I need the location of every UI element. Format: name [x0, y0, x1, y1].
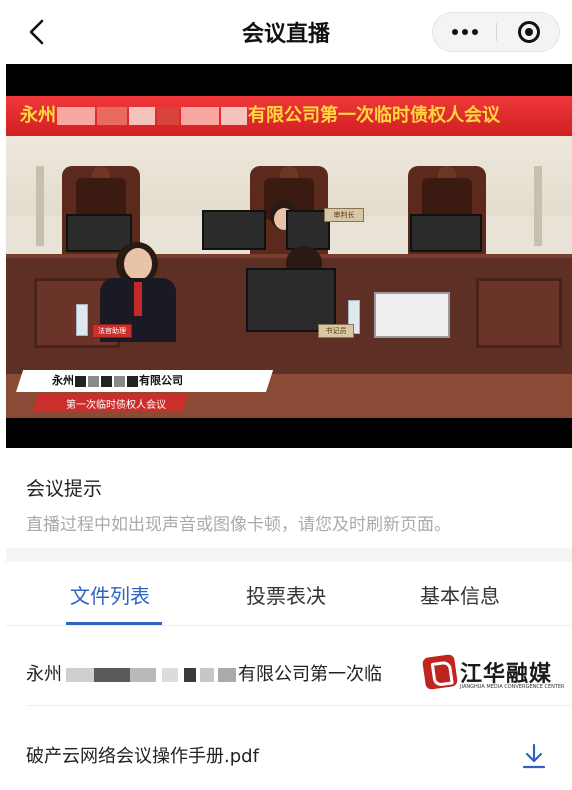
live-video-player[interactable]: 审判长 法官助理 书记员 永州 有限公司第一次临时债权人会议 永州 有限公司 第一次…: [6, 64, 572, 448]
tab-bar: 文件列表 投票表决 基本信息: [6, 562, 572, 632]
notice-body: 直播过程中如出现声音或图像卡顿，请您及时刷新页面。: [26, 515, 451, 535]
seal-logo-icon: [421, 653, 459, 691]
mini-program-capsule: [432, 12, 560, 52]
file-list-item[interactable]: 破产云网络会议操作手册.pdf: [6, 722, 572, 788]
media-watermark: 江华融媒 JIANGHUA MEDIA CONVERGENCE CENTER: [421, 653, 565, 696]
tab-file-list[interactable]: 文件列表: [70, 580, 150, 609]
file-name: 永州 有限公司第一次临: [26, 664, 382, 685]
more-button[interactable]: [433, 13, 496, 51]
tab-basic-info[interactable]: 基本信息: [420, 580, 500, 609]
file-name: 破产云网络会议操作手册.pdf: [26, 746, 259, 767]
nav-bar: 会议直播: [0, 0, 572, 64]
meeting-title-banner: 永州 有限公司第一次临时债权人会议: [6, 96, 572, 136]
target-circle-icon: [517, 21, 540, 43]
download-icon[interactable]: [520, 742, 548, 770]
tab-voting[interactable]: 投票表决: [246, 580, 326, 609]
back-button[interactable]: [22, 14, 52, 50]
section-divider: [6, 548, 572, 562]
close-mini-program-button[interactable]: [497, 13, 560, 51]
more-dots-icon: [451, 29, 458, 35]
chevron-left-icon: [29, 19, 44, 45]
lower-third-caption: 永州 有限公司 第一次临时债权人会议: [16, 370, 276, 412]
notice-title: 会议提示: [26, 478, 103, 500]
